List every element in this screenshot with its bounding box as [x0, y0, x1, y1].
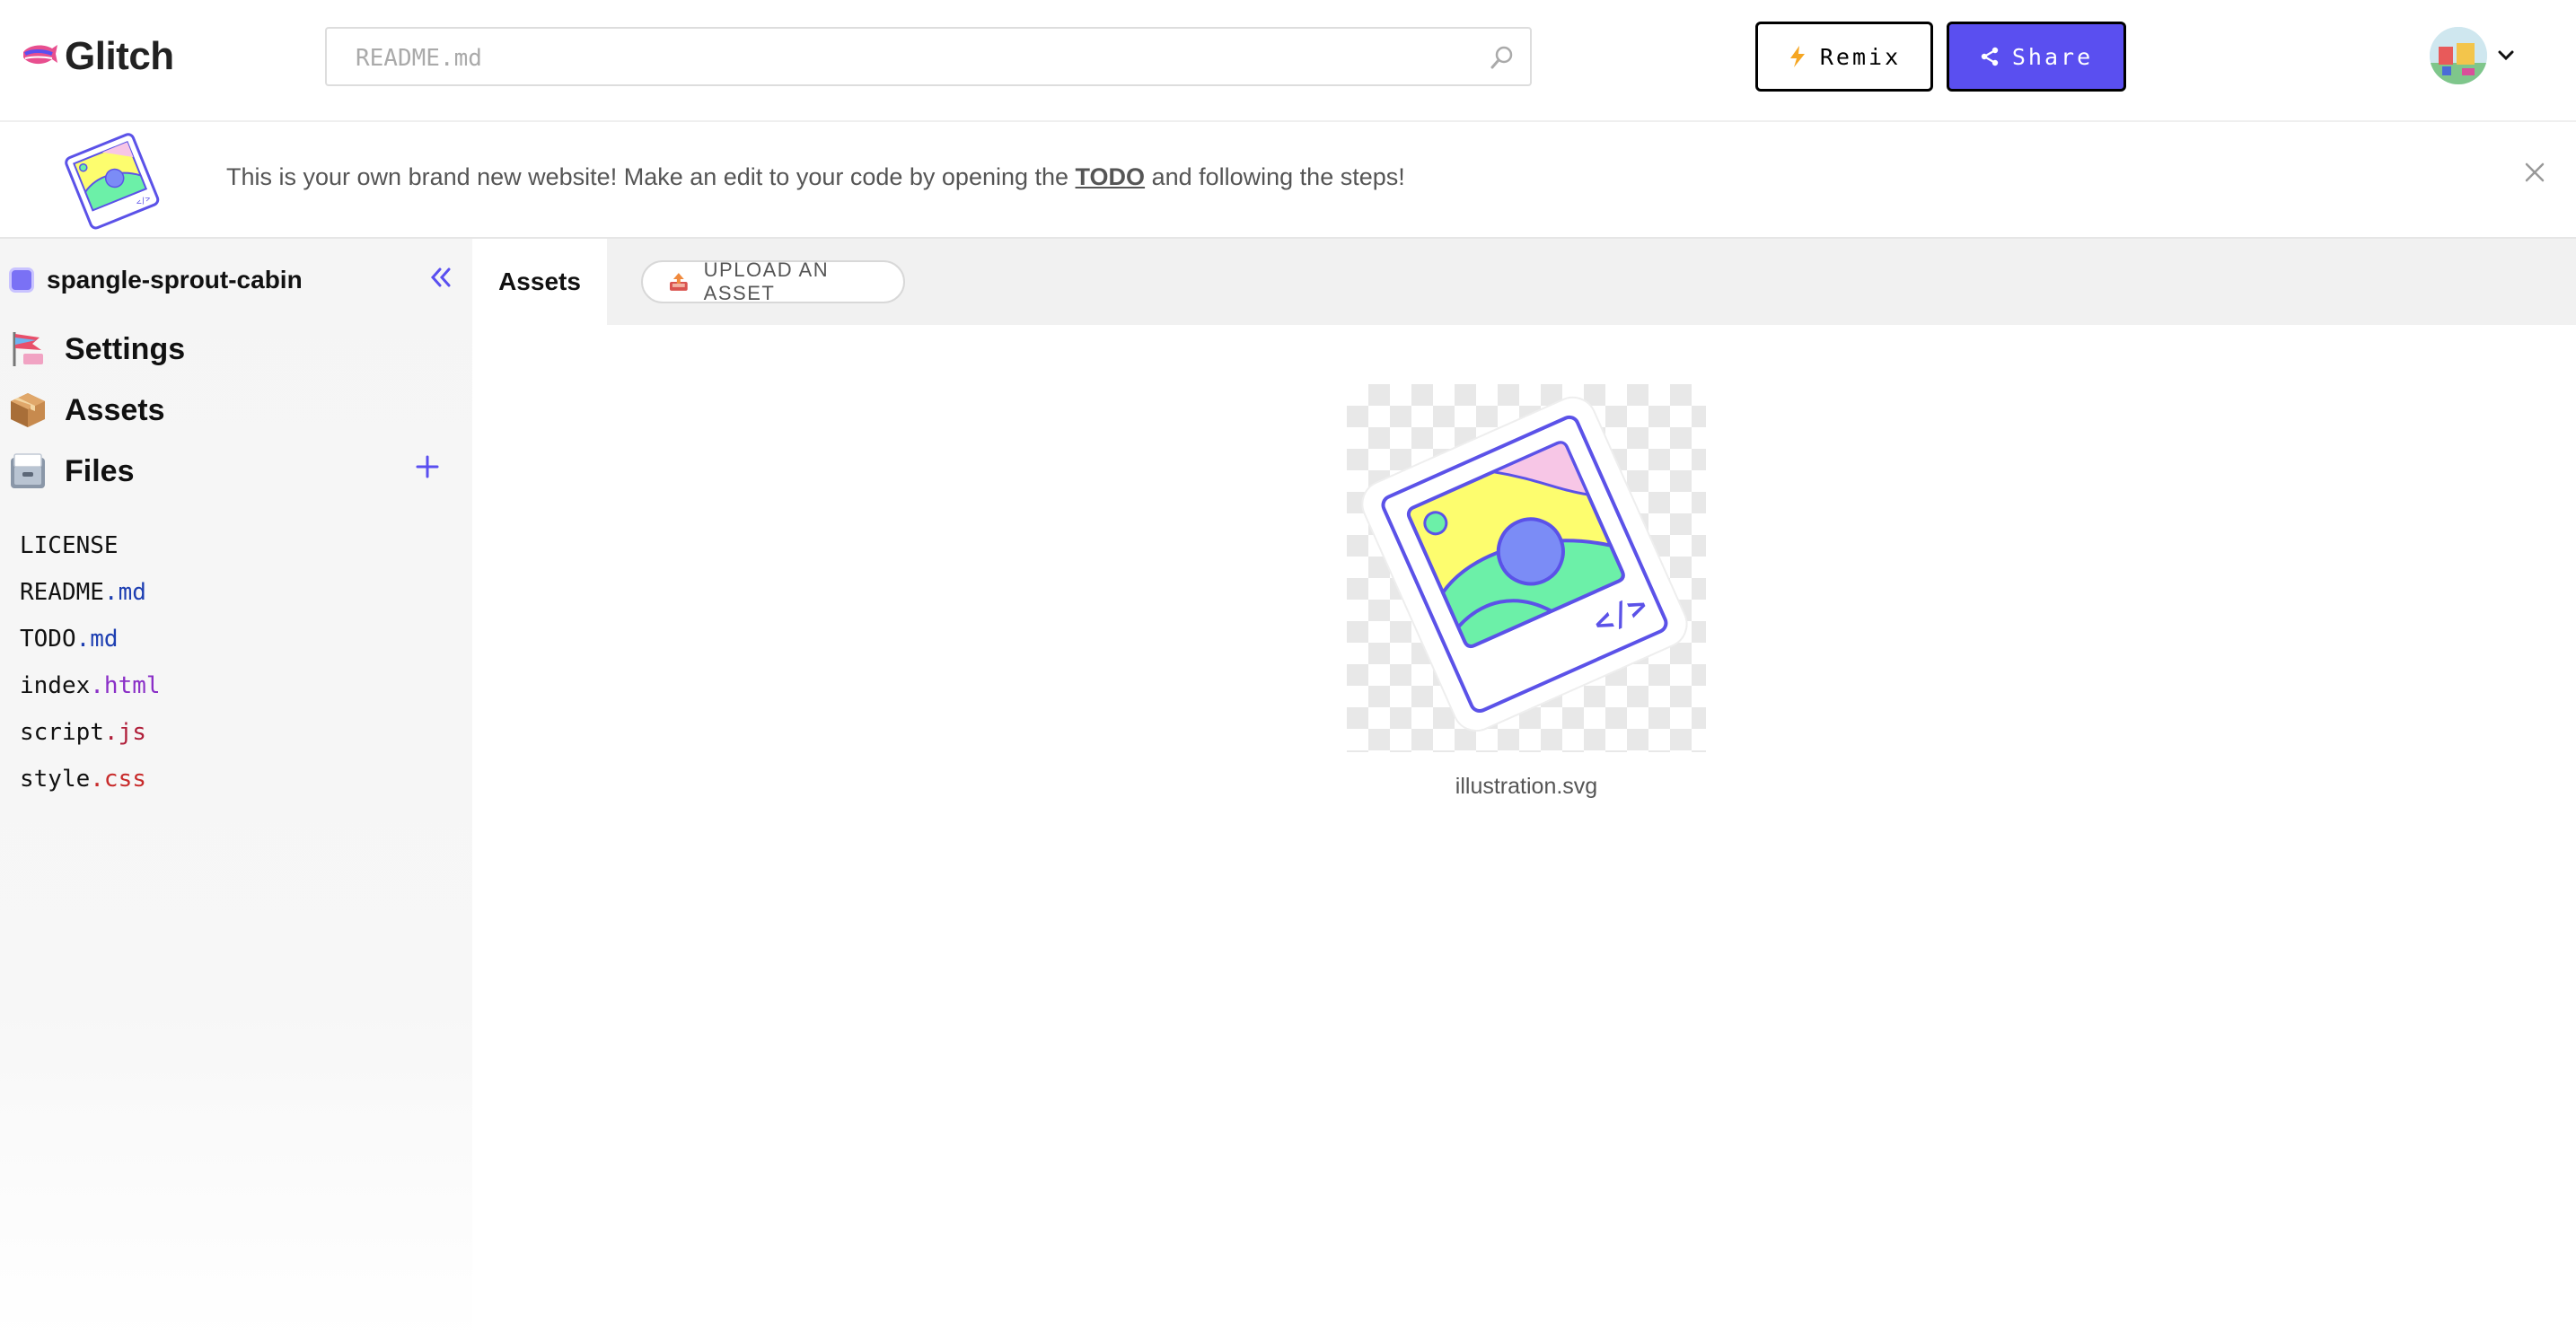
assets-panel: Assets UPLOAD AN ASSET </> illustration.… — [472, 239, 2576, 1341]
settings-flag-icon — [13, 332, 43, 366]
file-extension: .html — [90, 672, 161, 699]
sidebar-item-files[interactable]: Files — [7, 451, 134, 492]
tab-label: Assets — [498, 267, 581, 295]
sidebar: spangle-sprout-cabin Settings Assets Fil… — [0, 239, 472, 1341]
avatar[interactable] — [2430, 27, 2487, 84]
add-file-icon[interactable] — [415, 454, 440, 484]
file-name: LICENSE — [20, 532, 119, 559]
file-name: TODO — [20, 626, 76, 653]
sidebar-item-label: Settings — [65, 331, 186, 366]
banner-text-start: This is your own brand new website! Make… — [226, 163, 1076, 190]
file-list: LICENSE README.md TODO.md index.html scr… — [20, 522, 161, 802]
file-name: README — [20, 579, 104, 606]
collapse-sidebar-icon[interactable] — [429, 266, 453, 294]
project-avatar-icon — [9, 267, 34, 293]
tab-bar: Assets UPLOAD AN ASSET — [472, 239, 2576, 325]
file-cabinet-icon — [11, 453, 45, 488]
banner-illustration: </> — [59, 127, 163, 236]
file-extension: .css — [90, 766, 146, 793]
remix-button[interactable]: Remix — [1755, 22, 1933, 92]
file-extension: .js — [103, 719, 146, 746]
file-item-script-js[interactable]: script.js — [20, 709, 161, 756]
lightning-icon — [1789, 46, 1805, 67]
close-icon[interactable] — [2524, 162, 2545, 188]
file-item-readme[interactable]: README.md — [20, 569, 161, 616]
upload-label: UPLOAD AN ASSET — [703, 259, 830, 304]
file-item-todo[interactable]: TODO.md — [20, 616, 161, 662]
file-name: script — [20, 719, 104, 746]
top-bar: Glitch Remix Share — [0, 0, 2576, 122]
glitch-logo[interactable]: Glitch — [20, 34, 174, 79]
todo-link[interactable]: TODO — [1076, 163, 1146, 190]
file-name: style — [20, 766, 91, 793]
asset-name: illustration.svg — [1455, 774, 1598, 799]
tab-assets[interactable]: Assets — [472, 239, 607, 325]
project-header[interactable]: spangle-sprout-cabin — [9, 266, 303, 294]
file-item-index-html[interactable]: index.html — [20, 662, 161, 709]
upload-icon — [669, 273, 688, 291]
welcome-banner: </> This is your own brand new website! … — [0, 122, 2576, 239]
asset-card[interactable]: </> illustration.svg — [1347, 384, 1706, 800]
remix-label: Remix — [1819, 43, 1902, 70]
file-extension: .md — [103, 579, 146, 606]
sidebar-item-label: Assets — [65, 392, 165, 427]
asset-thumbnail[interactable]: </> — [1347, 384, 1706, 752]
share-icon — [1981, 47, 1999, 66]
sidebar-item-assets[interactable]: Assets — [7, 390, 165, 431]
search-icon[interactable] — [1489, 44, 1516, 75]
search-box — [325, 27, 1532, 86]
glitch-fish-icon — [23, 45, 57, 65]
chevron-down-icon[interactable] — [2498, 50, 2514, 61]
upload-asset-button[interactable]: UPLOAD AN ASSET — [641, 259, 905, 304]
sidebar-item-settings[interactable]: Settings — [7, 329, 185, 370]
sidebar-item-label: Files — [65, 453, 135, 488]
share-button[interactable]: Share — [1947, 22, 2126, 92]
share-label: Share — [2011, 43, 2094, 70]
project-name: spangle-sprout-cabin — [47, 266, 303, 294]
user-menu[interactable] — [2430, 27, 2514, 84]
file-name: index — [20, 672, 91, 699]
file-item-style-css[interactable]: style.css — [20, 756, 161, 802]
box-icon — [11, 393, 45, 427]
banner-text-end: and following the steps! — [1145, 163, 1405, 190]
file-extension: .md — [75, 626, 119, 653]
banner-message: This is your own brand new website! Make… — [226, 163, 1405, 191]
search-input[interactable] — [354, 39, 1471, 77]
app-name: Glitch — [65, 34, 174, 78]
file-item-license[interactable]: LICENSE — [20, 522, 161, 569]
